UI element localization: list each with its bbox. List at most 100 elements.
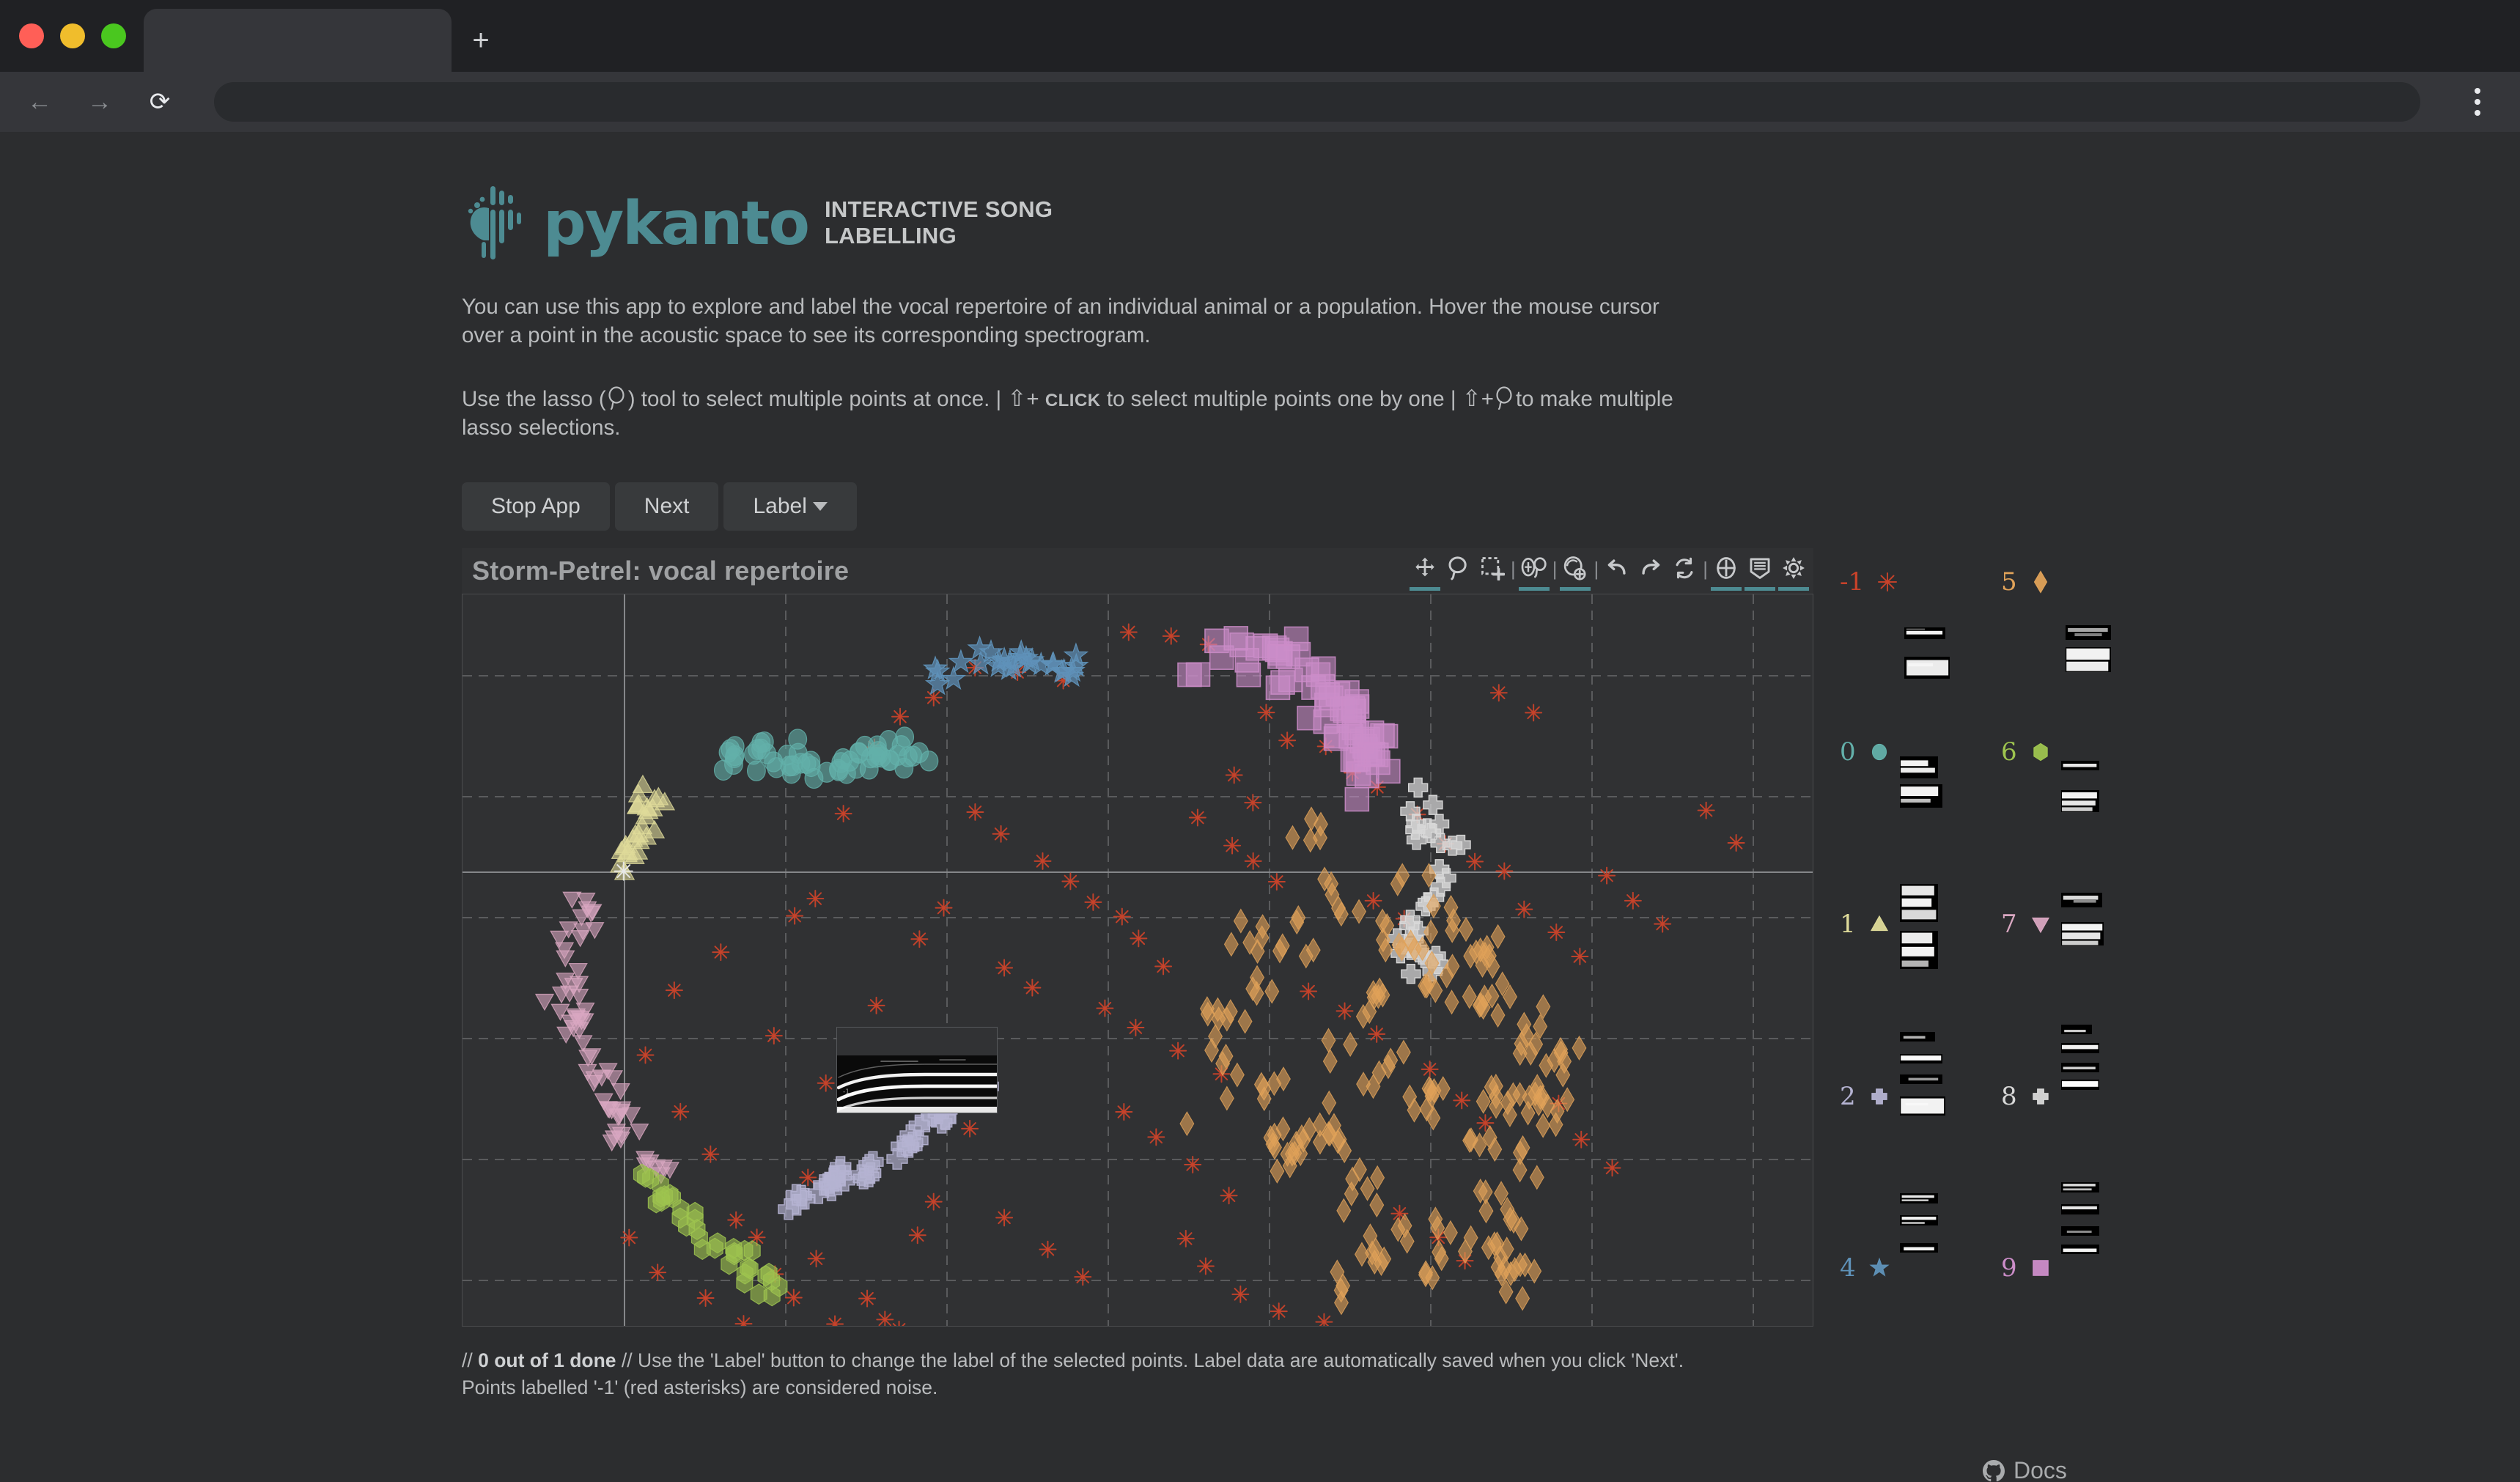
minimize-window-button[interactable] [60,23,85,48]
svg-text:-1: -1 [843,1088,850,1096]
spectrogram-thumbnail [1900,784,1942,808]
diamond-icon [2033,570,2047,594]
address-bar[interactable] [214,82,2420,122]
save-tool-icon[interactable] [1777,553,1810,591]
legend-item-0[interactable]: 0 [1840,736,1894,768]
legend-spectrogram-thumb [1900,784,1942,808]
box-select-tool-icon[interactable] [1475,553,1509,589]
shift-key-glyph-2: ⇧ [1462,385,1481,411]
zoom-in-tool-icon[interactable] [1558,553,1592,591]
next-button[interactable]: Next [614,482,719,531]
spectrogram-thumbnail [2066,646,2111,672]
plot-canvas[interactable]: -1 [462,593,1813,1327]
docs-link[interactable]: Docs [1983,1457,2067,1482]
scatter-series-9 [1177,625,1401,812]
spectrogram-thumbnail [2061,921,2104,945]
spectrogram-thumbnail [2061,1181,2099,1192]
legend-glyph-8 [2026,1082,2055,1111]
instructions-paragraph: Use the lasso ( ) tool to select multiple… [462,384,1693,443]
reload-icon[interactable]: ⟳ [142,84,177,119]
legend-spectrogram-thumb [2061,1225,2099,1236]
progress-count: 0 out of 1 done [478,1349,616,1371]
browser-toolbar: ← → ⟳ [0,72,2520,132]
legend-spectrogram-thumb [2061,1079,2099,1090]
spectrogram-image: -1 [837,1055,997,1113]
browser-tab[interactable] [144,9,452,72]
spectrogram-thumbnail [2061,892,2102,907]
legend-spectrogram-thumb [1900,1214,1938,1225]
legend-spectrogram-thumb [2061,1062,2099,1072]
scatter-series-1 [609,774,676,880]
hover-tool-icon[interactable] [1743,553,1777,591]
instructions-lasso-suffix: ) tool to select multiple points at once… [627,386,1002,411]
legend-item-4[interactable]: 4 [1840,1252,1894,1284]
legend-spectrogram-thumb [1900,1096,1945,1116]
legend-spectrogram-thumb [1900,1192,1938,1203]
legend-item-6[interactable]: 6 [2001,736,2055,768]
spectrogram-thumbnail [1900,1096,1945,1116]
legend-item--1[interactable]: -1 [1840,566,1902,598]
legend-spectrogram-thumb [1900,930,1938,969]
redo-tool-icon[interactable] [1634,553,1668,589]
legend-item-1[interactable]: 1 [1840,908,1894,940]
spectrogram-thumbnail [1900,930,1938,969]
spectrogram-thumbnail [1900,1054,1942,1063]
legend-label-8: 8 [2001,1081,2017,1111]
legend-glyph--1 [1873,567,1902,597]
plus-glyph-2: + [1481,386,1494,411]
undo-tool-icon[interactable] [1600,553,1634,589]
legend-spectrogram-thumb [2061,1244,2099,1254]
bokeh-toolbar: | | | | [1408,553,1813,591]
spectrogram-thumbnail [2061,1246,2099,1254]
cross-icon [2032,1088,2049,1105]
toolbar-separator-4: | [1703,558,1708,580]
spectrogram-thumbnail [2061,1079,2099,1090]
chevron-down-icon [812,501,828,511]
legend-spectrogram-thumb [2061,1203,2099,1214]
legend-spectrogram-thumb [2061,1181,2099,1192]
label-dropdown-text: Label [753,493,807,518]
stop-app-button[interactable]: Stop App [462,482,610,531]
spectrogram-thumbnail [1900,1033,1935,1042]
legend-item-8[interactable]: 8 [2001,1080,2055,1113]
spectrogram-thumbnail [2061,789,2099,812]
spectrogram-thumbnail [2061,761,2099,770]
legend-spectrogram-thumb [1900,1074,1942,1084]
legend-spectrogram-thumb [1900,1053,1942,1063]
browser-chrome: + ← → ⟳ [0,0,2520,132]
legend-spectrogram-thumb [1900,1031,1935,1042]
forward-arrow-icon[interactable]: → [82,84,117,119]
maximize-window-button[interactable] [101,23,126,48]
lasso-select-tool-icon[interactable] [1442,553,1475,589]
cross-icon [1871,1088,1887,1105]
pan-tool-icon[interactable] [1408,553,1442,591]
crosshair-tool-icon[interactable] [1709,553,1743,591]
asterisk-icon [1878,572,1898,591]
new-tab-button[interactable]: + [452,9,510,72]
progress-prefix: // [462,1349,473,1371]
spectrogram-thumbnail [2061,1228,2099,1236]
legend-item-9[interactable]: 9 [2001,1252,2055,1284]
legend-spectrogram-thumb [2066,646,2111,672]
kebab-menu-icon[interactable] [2457,88,2498,116]
legend-label-1: 1 [1840,910,1856,939]
scatter-series-5 [1179,806,1587,1316]
scatter-series-7 [534,891,680,1184]
footer-status-note: // 0 out of 1 done // Use the 'Label' bu… [462,1347,1854,1402]
toolbar-separator-2: | [1552,558,1558,580]
reset-tool-icon[interactable] [1668,553,1701,589]
legend-spectrogram-thumb [2061,921,2104,945]
tap-select-tool-icon[interactable] [1517,553,1551,591]
legend-item-5[interactable]: 5 [2001,566,2055,598]
legend-item-2[interactable]: 2 [1840,1080,1894,1113]
intro-paragraph: You can use this app to explore and labe… [462,295,1659,347]
label-dropdown-button[interactable]: Label [723,482,857,531]
app-page: pykanto INTERACTIVE SONG LABELLING You c… [0,132,2520,1482]
scatter-series--1 [620,623,1745,1326]
instructions-lasso-prefix: Use the lasso ( [462,386,606,411]
back-arrow-icon[interactable]: ← [22,84,57,119]
close-window-button[interactable] [19,23,44,48]
legend-item-7[interactable]: 7 [2001,908,2055,940]
plot-header: Storm-Petrel: vocal repertoire | | | | [462,548,1813,594]
legend-spectrogram-thumb [1904,627,1945,639]
